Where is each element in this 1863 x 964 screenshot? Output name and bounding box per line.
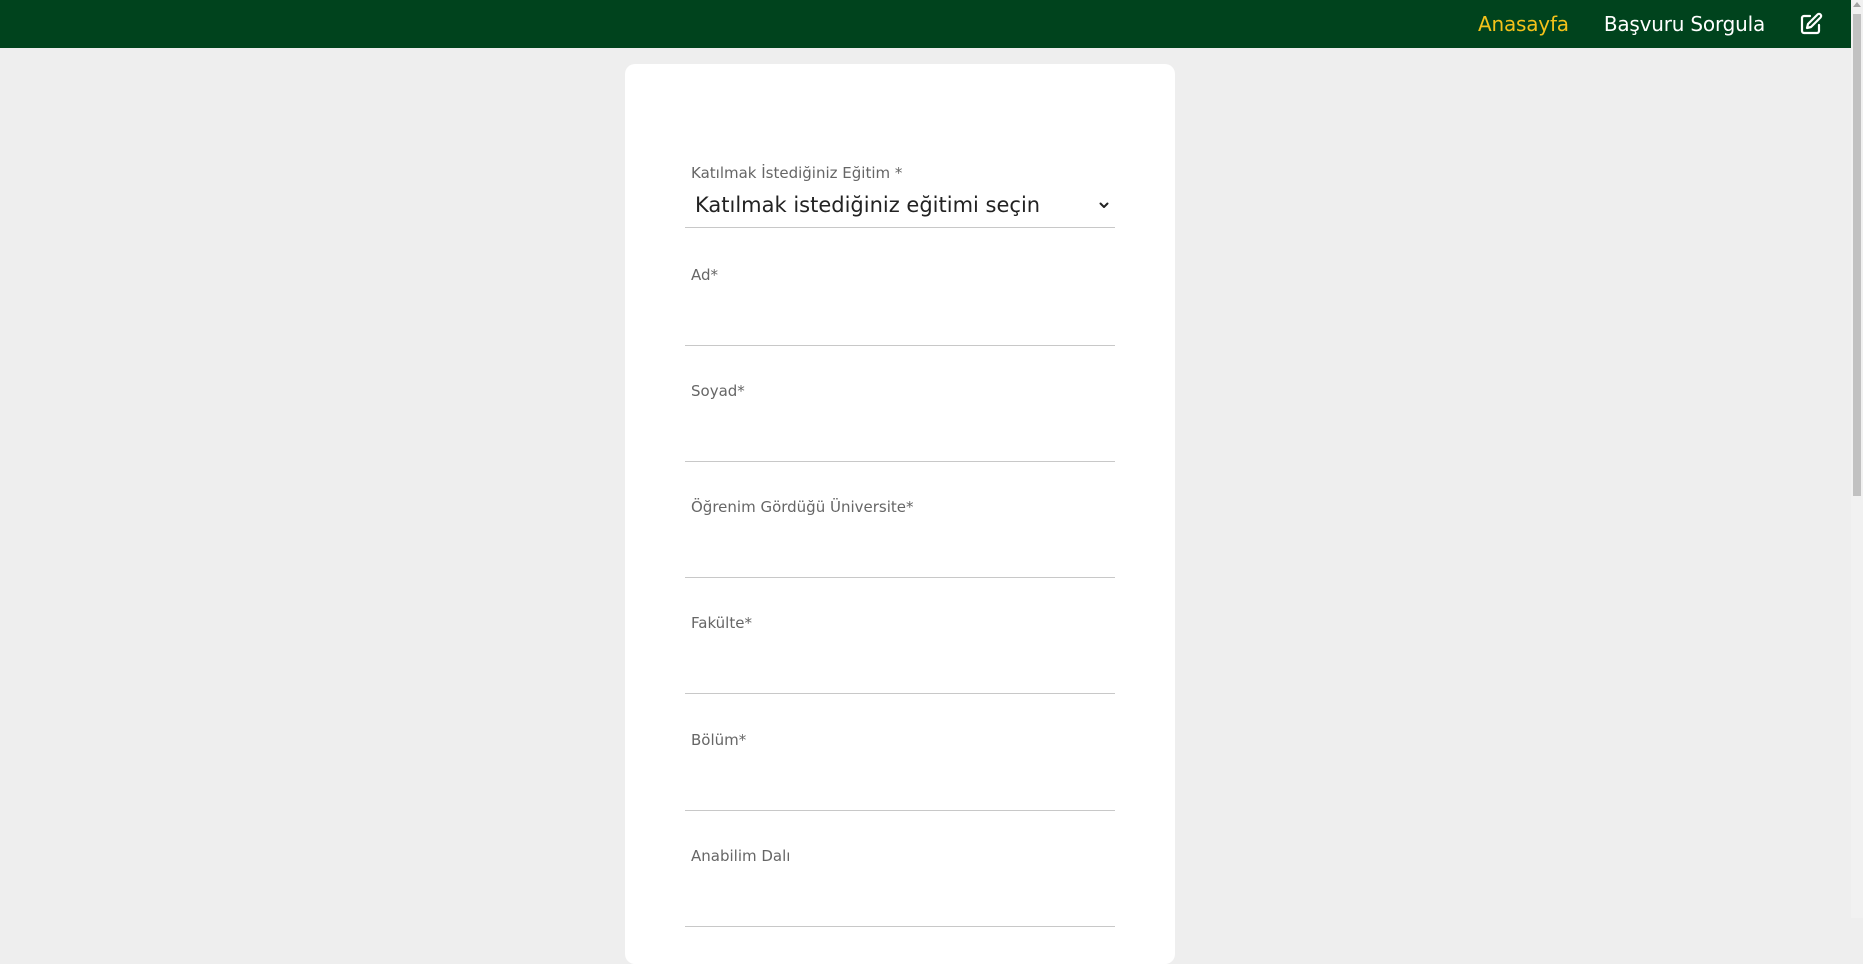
faculty-label: Fakülte* [691, 614, 752, 632]
last-name-input[interactable] [685, 418, 1115, 462]
university-input[interactable] [685, 534, 1115, 578]
university-label: Öğrenim Gördüğü Üniversite* [691, 498, 914, 516]
department-input[interactable] [685, 767, 1115, 811]
department-label: Bölüm* [691, 731, 747, 749]
first-name-input[interactable] [685, 302, 1115, 346]
training-select[interactable]: Katılmak istediğiniz eğitimi seçin [685, 182, 1115, 228]
application-form-card: Katılmak İstediğiniz Eğitim * Katılmak i… [625, 64, 1175, 964]
nav-home-link[interactable]: Anasayfa [1478, 12, 1569, 36]
scrollbar-thumb[interactable] [1853, 14, 1861, 496]
chevron-down-icon [1097, 198, 1111, 212]
nav-application-query-link[interactable]: Başvuru Sorgula [1604, 12, 1765, 36]
major-field-input[interactable] [685, 883, 1115, 927]
first-name-label: Ad* [691, 266, 719, 284]
training-select-label: Katılmak İstediğiniz Eğitim * [691, 164, 903, 182]
edit-square-icon[interactable] [1799, 12, 1823, 36]
scroll-up-arrow-icon[interactable] [1853, 2, 1861, 7]
faculty-input[interactable] [685, 650, 1115, 694]
page-scrollbar[interactable] [1851, 0, 1863, 918]
top-navbar: Anasayfa Başvuru Sorgula [0, 0, 1851, 48]
last-name-label: Soyad* [691, 382, 745, 400]
major-field-label: Anabilim Dalı [691, 847, 791, 865]
training-select-value: Katılmak istediğiniz eğitimi seçin [695, 192, 1041, 217]
